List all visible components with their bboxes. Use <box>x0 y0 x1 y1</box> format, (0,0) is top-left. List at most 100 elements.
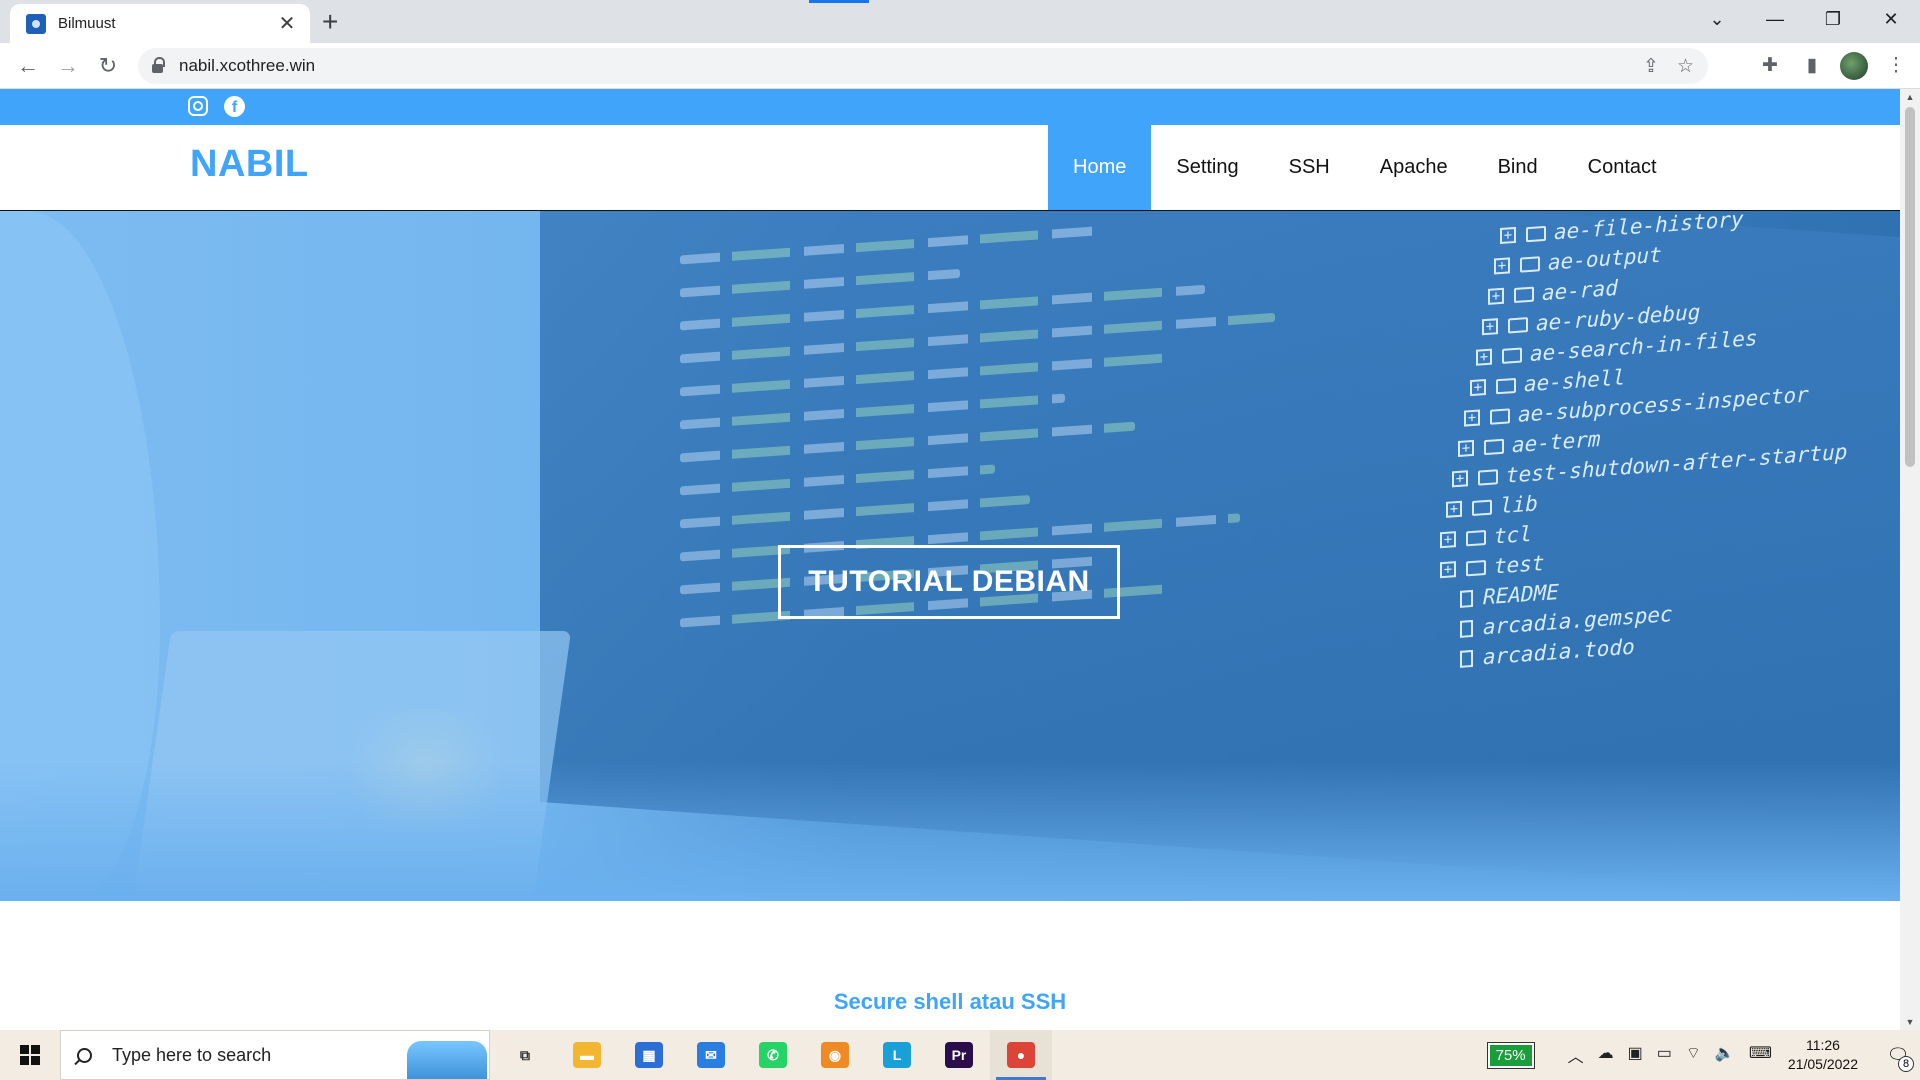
minimize-button[interactable]: — <box>1746 0 1804 40</box>
nav-item-contact[interactable]: Contact <box>1563 125 1682 210</box>
instagram-icon[interactable] <box>188 96 208 116</box>
site-brand-logo[interactable]: NABIL <box>190 143 309 186</box>
nav-item-ssh[interactable]: SSH <box>1264 125 1355 210</box>
taskbar-search-placeholder: Type here to search <box>112 1044 272 1065</box>
expand-plus-icon: + <box>1488 287 1504 305</box>
folder-icon <box>1466 529 1486 546</box>
back-arrow-icon[interactable]: ← <box>12 50 44 82</box>
expand-plus-icon: + <box>1500 226 1516 245</box>
file-icon <box>1460 589 1473 608</box>
browser-toolbar: ← → ↻ nabil.xcothree.win ⇪ ☆ ✚ ▮ ⋮ <box>0 43 1920 89</box>
taskbar-clock[interactable]: 11:26 21/05/2022 <box>1788 1036 1858 1074</box>
volume-icon[interactable]: 🔈 <box>1715 1043 1735 1067</box>
new-tab-button[interactable]: + <box>322 6 338 38</box>
taskbar-app-mail[interactable]: ✉ <box>680 1030 742 1080</box>
search-icon <box>77 1047 92 1063</box>
hero-banner: + ae-file-history + ae-output + ae-rad + ae-rub… <box>0 211 1900 901</box>
start-button[interactable] <box>0 1030 60 1080</box>
folder-icon <box>1472 499 1492 516</box>
microsoft-store-icon: ▦ <box>635 1042 663 1068</box>
tab-search-icon[interactable]: ⌄ <box>1688 0 1746 40</box>
taskbar-search[interactable]: Type here to search <box>60 1030 490 1080</box>
expand-plus-icon: + <box>1476 348 1492 366</box>
file-tree-label: test <box>1494 550 1545 579</box>
close-window-button[interactable]: ✕ <box>1862 0 1920 40</box>
bookmark-star-icon[interactable]: ☆ <box>1677 55 1694 78</box>
expand-plus-icon: + <box>1482 318 1498 336</box>
scroll-up-icon[interactable]: ▲ <box>1900 89 1920 105</box>
facebook-icon[interactable]: f <box>224 96 245 117</box>
taskbar-app-file-explorer[interactable]: ▬ <box>556 1030 618 1080</box>
windows-logo-icon <box>20 1045 40 1065</box>
reload-icon[interactable]: ↻ <box>92 50 124 82</box>
taskbar-app-microsoft-store[interactable]: ▦ <box>618 1030 680 1080</box>
keyboard-icon[interactable]: ⌨ <box>1749 1043 1772 1067</box>
browser-o-icon: ◉ <box>821 1042 849 1068</box>
scroll-down-icon[interactable]: ▼ <box>1900 1014 1920 1030</box>
section-title: Secure shell atau SSH <box>833 989 1067 1014</box>
taskbar-app-chrome[interactable]: ● <box>990 1030 1052 1080</box>
nav-item-setting[interactable]: Setting <box>1151 125 1263 210</box>
extensions-puzzle-icon[interactable]: ✚ <box>1756 50 1784 82</box>
window-controls: ⌄ — ❐ ✕ <box>1688 0 1920 40</box>
battery-icon[interactable]: ▭ <box>1657 1043 1672 1067</box>
nav-item-home[interactable]: Home <box>1048 125 1152 210</box>
browser-tab[interactable]: Bilmuust ✕ <box>10 4 310 43</box>
tab-close-icon[interactable]: ✕ <box>276 11 298 36</box>
onedrive-cloud-icon[interactable]: ☁ <box>1598 1043 1614 1067</box>
file-tree-label: ae-term <box>1512 427 1601 458</box>
social-topbar: f <box>0 89 1900 125</box>
address-bar[interactable]: nabil.xcothree.win ⇪ ☆ <box>138 48 1708 84</box>
scrollbar-thumb[interactable] <box>1905 107 1915 467</box>
expand-plus-icon: + <box>1470 379 1486 397</box>
forward-arrow-icon[interactable]: → <box>52 50 84 82</box>
taskbar-app-premiere-pro[interactable]: Pr <box>928 1030 990 1080</box>
hero-bg-file-tree: + ae-file-history + ae-output + ae-rad + ae-rub… <box>1440 211 1847 675</box>
folder-icon <box>1466 559 1486 576</box>
folder-icon <box>1478 468 1498 486</box>
url-text[interactable]: nabil.xcothree.win <box>179 56 315 76</box>
web-page: f NABIL Home Setting SSH Apache Bind Con… <box>0 89 1900 1030</box>
folder-icon <box>1526 225 1546 242</box>
folder-icon <box>1484 438 1504 455</box>
notification-center-icon[interactable]: 🗨 8 <box>1876 1030 1920 1080</box>
task-view-icon: ⧉ <box>520 1046 530 1063</box>
hero-title: TUTORIAL DEBIAN <box>808 565 1090 598</box>
battery-percent-badge[interactable]: 75% <box>1486 1041 1535 1069</box>
tab-loading-indicator <box>809 0 869 3</box>
mail-icon: ✉ <box>697 1042 725 1068</box>
taskbar-app-whatsapp[interactable]: ✆ <box>742 1030 804 1080</box>
hero-title-box[interactable]: TUTORIAL DEBIAN <box>778 545 1120 619</box>
file-tree-label: ae-rad <box>1542 275 1618 306</box>
browser-menu-icon[interactable]: ⋮ <box>1882 50 1910 82</box>
restore-button[interactable]: ❐ <box>1804 0 1862 40</box>
wifi-icon[interactable]: ⌔ <box>1686 1043 1701 1067</box>
expand-plus-icon: + <box>1494 257 1510 275</box>
expand-plus-icon: + <box>1440 561 1456 579</box>
site-favicon-icon <box>26 13 46 34</box>
meet-now-icon[interactable]: ▣ <box>1628 1043 1643 1067</box>
lock-icon[interactable] <box>152 57 165 73</box>
clock-time: 11:26 <box>1805 1037 1840 1053</box>
nav-item-bind[interactable]: Bind <box>1473 125 1563 210</box>
taskbar-app-task-view[interactable]: ⧉ <box>494 1030 556 1080</box>
taskbar-app-app-l[interactable]: L <box>866 1030 928 1080</box>
folder-icon <box>1502 347 1522 364</box>
site-header: NABIL Home Setting SSH Apache Bind Conta… <box>0 125 1900 211</box>
page-scrollbar[interactable]: ▲ ▼ <box>1900 89 1920 1030</box>
folder-icon <box>1508 316 1528 333</box>
system-tray: 75% ︿ ☁ ▣ ▭ ⌔ 🔈 ⌨ 11:26 21/05/2022 🗨 8 <box>1486 1030 1920 1080</box>
nav-item-apache[interactable]: Apache <box>1355 125 1473 210</box>
profile-avatar[interactable] <box>1840 52 1868 80</box>
share-icon[interactable]: ⇪ <box>1643 55 1659 78</box>
expand-plus-icon: + <box>1452 470 1468 488</box>
chrome-icon: ● <box>1007 1042 1035 1068</box>
chevron-up-icon[interactable]: ︿ <box>1568 1043 1584 1067</box>
whatsapp-icon: ✆ <box>759 1042 787 1068</box>
taskbar-app-browser-o[interactable]: ◉ <box>804 1030 866 1080</box>
file-explorer-icon: ▬ <box>573 1042 601 1068</box>
expand-plus-icon: + <box>1440 531 1456 549</box>
clock-date: 21/05/2022 <box>1787 1056 1858 1072</box>
file-tree-label: tcl <box>1494 521 1532 549</box>
side-panel-icon[interactable]: ▮ <box>1798 50 1826 82</box>
